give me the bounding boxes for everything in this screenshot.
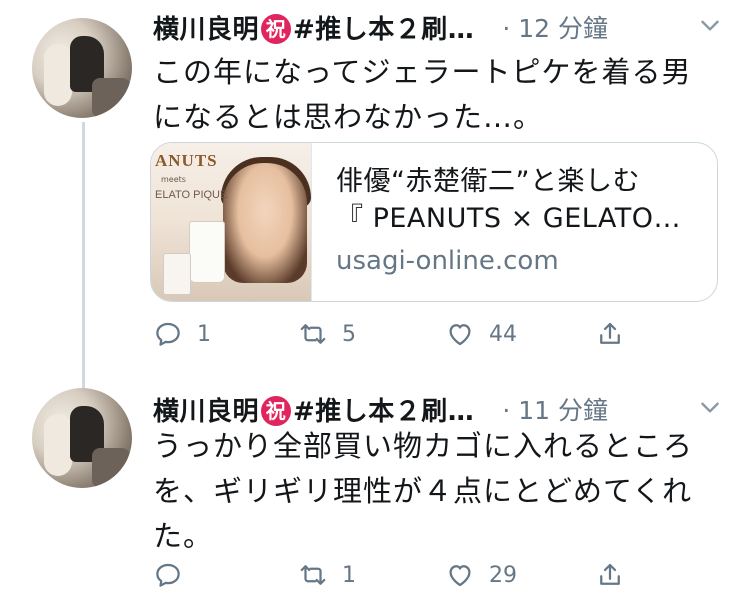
author-name[interactable]: 横川良明祝 #推し本２刷… <box>153 391 474 428</box>
retweet-button[interactable]: 1 <box>298 555 356 595</box>
retweet-icon <box>300 324 326 344</box>
avatar[interactable] <box>32 388 132 488</box>
tweet-text: うっかり全部買い物カゴに入れるところ を、ギリギリ理性が４点にとどめてくれ た。 <box>153 429 694 553</box>
retweet-count: 1 <box>342 562 356 588</box>
share-icon <box>600 563 620 585</box>
reply-icon <box>156 322 180 346</box>
share-icon <box>600 322 620 344</box>
share-button[interactable] <box>595 555 625 595</box>
heart-icon <box>449 324 471 346</box>
tweet-actions: 1 5 44 <box>153 314 633 354</box>
chevron-down-icon[interactable] <box>697 12 723 38</box>
celebration-badge-icon: 祝 <box>261 395 292 426</box>
card-domain: usagi-online.com <box>336 246 559 276</box>
share-button[interactable] <box>595 314 625 354</box>
author-name[interactable]: 横川良明祝 #推し本２刷… <box>153 9 474 46</box>
like-count: 44 <box>489 321 517 347</box>
thread-connector <box>82 122 85 390</box>
heart-icon <box>449 565 471 587</box>
card-title: 俳優“赤楚衛二”と楽しむ 『 PEANUTS × GELATO… <box>336 166 682 234</box>
card-thumbnail: ANUTS meets ELATO PIQUE <box>151 143 312 301</box>
reply-icon <box>156 563 180 587</box>
reply-button[interactable] <box>153 555 197 595</box>
chevron-down-icon[interactable] <box>697 394 723 420</box>
reply-button[interactable]: 1 <box>153 314 211 354</box>
timestamp[interactable]: · 12 分鐘 <box>502 9 608 45</box>
like-count: 29 <box>489 562 517 588</box>
like-button[interactable]: 44 <box>445 314 517 354</box>
like-button[interactable]: 29 <box>445 555 517 595</box>
reply-count: 1 <box>197 321 211 347</box>
link-preview-card[interactable]: ANUTS meets ELATO PIQUE 俳優“赤楚衛二”と楽しむ 『 P… <box>150 142 718 302</box>
timestamp[interactable]: · 11 分鐘 <box>502 391 608 427</box>
tweet-actions: 1 29 <box>153 555 633 595</box>
avatar[interactable] <box>32 18 132 118</box>
retweet-button[interactable]: 5 <box>298 314 356 354</box>
tweet-text: この年になってジェラートピケを着る男 になるとは思わなかった…。 <box>153 55 692 134</box>
retweet-count: 5 <box>342 321 356 347</box>
retweet-icon <box>300 565 326 585</box>
celebration-badge-icon: 祝 <box>261 13 292 44</box>
